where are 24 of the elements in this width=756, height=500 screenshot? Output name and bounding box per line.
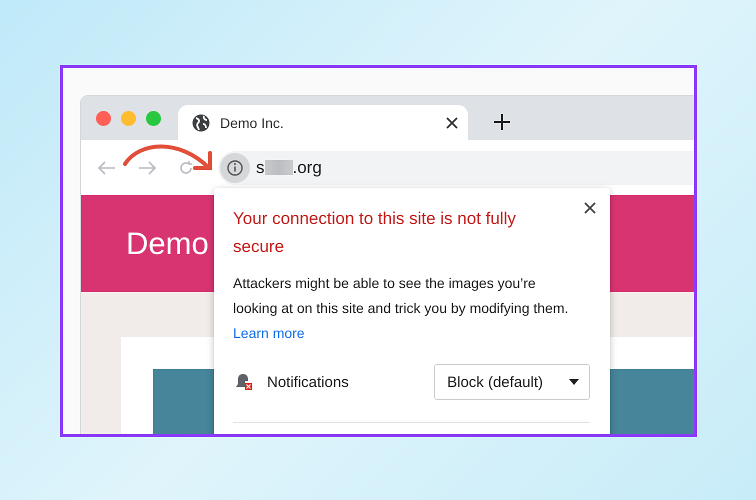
blocked-bell-icon: [236, 373, 252, 391]
address-bar[interactable]: s .org: [218, 150, 694, 184]
redaction-mark: [264, 160, 292, 175]
back-icon[interactable]: [98, 160, 116, 174]
permission-dropdown[interactable]: Block (default): [434, 364, 590, 400]
reload-icon[interactable]: [178, 160, 194, 176]
close-tab-icon[interactable]: [446, 116, 458, 128]
url-text: .org: [292, 158, 322, 178]
browser-tab[interactable]: Demo Inc.: [178, 105, 468, 140]
learn-more-link[interactable]: Learn more: [233, 325, 305, 341]
info-icon[interactable]: [220, 152, 250, 182]
warning-message: Attackers might be able to see the images you’re looking at on this site and trick you by modifying them. Learn more: [233, 274, 570, 343]
minimize-window-dot[interactable]: [121, 111, 136, 126]
dropdown-caret-icon: [569, 379, 579, 385]
url-text: s: [256, 158, 264, 178]
zoom-window-dot[interactable]: [146, 111, 161, 126]
warning-title: Your connection to this site is not fully secure: [233, 208, 517, 258]
permission-label: Notifications: [267, 374, 350, 390]
close-window-dot[interactable]: [96, 111, 111, 126]
page-title: Demo: [126, 226, 209, 262]
new-tab-icon[interactable]: [494, 114, 510, 130]
close-icon[interactable]: [584, 202, 596, 214]
globe-icon: [192, 114, 210, 132]
forward-icon[interactable]: [138, 160, 156, 174]
